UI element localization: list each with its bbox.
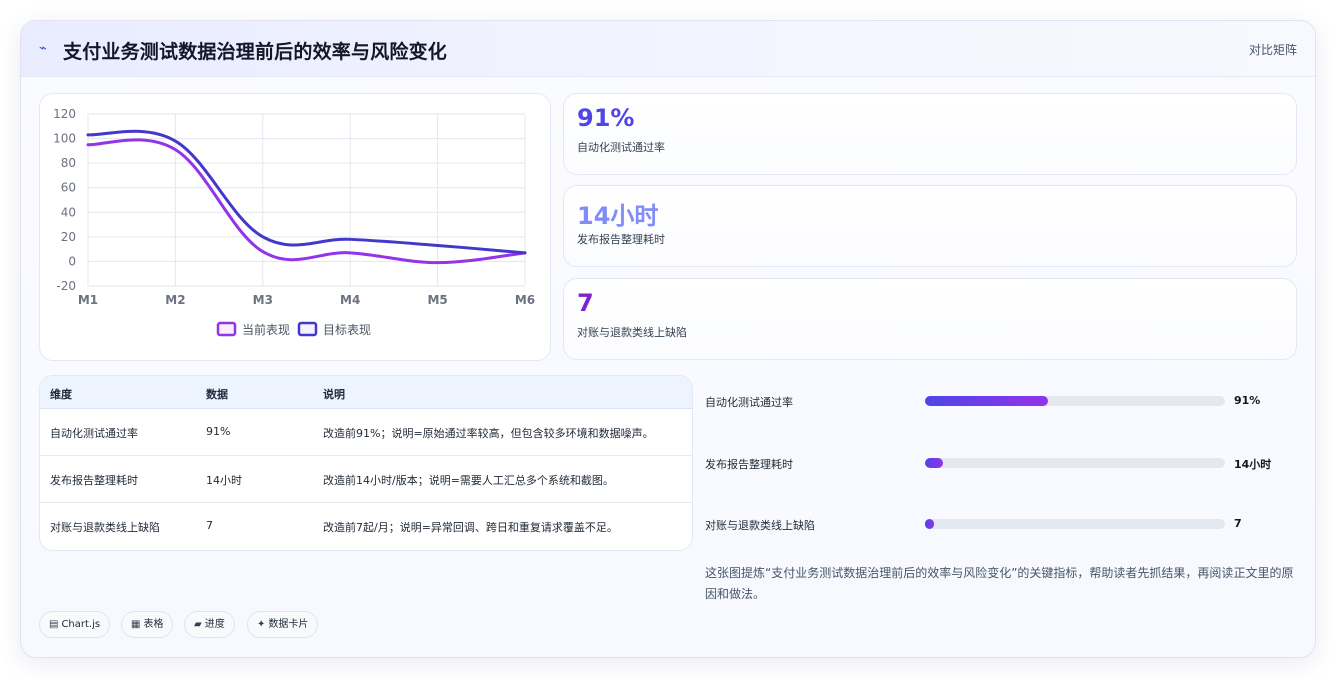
progress-icon: ▰ xyxy=(194,619,202,630)
x-tick-label: M4 xyxy=(340,293,360,307)
kpi-card-report-time: 14小时 发布报告整理耗时 xyxy=(563,185,1297,267)
tech-pill-chartjs[interactable]: ▤ Chart.js xyxy=(39,611,111,638)
chart-description: 这张图提炼“支付业务测试数据治理前后的效率与风险变化”的关键指标，帮助读者先抓结… xyxy=(705,566,1294,601)
page-title: 支付业务测试数据治理前后的效率与风险变化 xyxy=(63,41,448,63)
progress-label: 对账与退款类线上缺陷 xyxy=(705,519,815,532)
card-header: ⌁ 支付业务测试数据治理前后的效率与风险变化 对比矩阵 xyxy=(21,21,1315,77)
line-chart-panel: 120 100 80 60 40 20 0 -20 M1 M2 M3 M4 M5 M6 当前表现 目标表现 xyxy=(39,93,551,361)
series-line-2 xyxy=(86,129,527,255)
progress-row-pass-rate: 自动化测试通过率 91% xyxy=(705,391,1285,411)
table-cell: 自动化测试通过率 xyxy=(50,427,138,440)
table-cell: 91% xyxy=(206,425,231,438)
y-tick-label: 20 xyxy=(61,230,76,244)
y-tick-label: 40 xyxy=(61,205,76,219)
progress-track xyxy=(925,396,1225,406)
progress-value: 14小时 xyxy=(1234,458,1272,471)
progress-label: 自动化测试通过率 xyxy=(705,396,793,409)
table-cell: 改造前14小时/版本；说明=需要人工汇总多个系统和截图。 xyxy=(323,474,614,487)
legend-swatch xyxy=(216,321,237,337)
x-tick-label: M2 xyxy=(165,293,185,307)
progress-track xyxy=(925,458,1225,468)
progress-fill xyxy=(925,458,943,468)
kpi-label: 对账与退款类线上缺陷 xyxy=(577,326,687,339)
column-header-note: 说明 xyxy=(323,388,345,401)
pill-label: 表格 xyxy=(143,619,164,630)
progress-fill xyxy=(925,396,1048,406)
legend-swatch xyxy=(297,321,318,337)
table-row: 对账与退款类线上缺陷 7 改造前7起/月；说明=异常回调、跨日和重复请求覆盖不足… xyxy=(40,503,692,550)
table-row: 自动化测试通过率 91% 改造前91%；说明=原始通过率较高，但包含较多环境和数… xyxy=(40,409,692,456)
kpi-card-defects: 7 对账与退款类线上缺陷 xyxy=(563,278,1297,360)
pill-label: 进度 xyxy=(204,619,225,630)
view-mode-label: 对比矩阵 xyxy=(1248,43,1297,57)
y-tick-label: 100 xyxy=(53,132,76,146)
progress-value: 91% xyxy=(1234,394,1261,407)
kpi-label: 发布报告整理耗时 xyxy=(577,233,665,246)
y-tick-label: 80 xyxy=(61,156,76,170)
progress-fill xyxy=(925,519,934,529)
table-cell: 发布报告整理耗时 xyxy=(50,474,138,487)
dashboard-card: ⌁ 支付业务测试数据治理前后的效率与风险变化 对比矩阵 120 100 80 60 40… xyxy=(20,20,1316,658)
progress-track xyxy=(925,519,1225,529)
table-header-row: 维度 数据 说明 xyxy=(40,376,692,409)
kpi-value: 7 xyxy=(577,289,594,317)
legend-label: 当前表现 xyxy=(242,322,290,337)
kpi-value: 91% xyxy=(577,104,635,132)
pulse-icon: ⌁ xyxy=(39,41,47,56)
x-tick-label: M5 xyxy=(427,293,447,307)
pill-label: 数据卡片 xyxy=(268,619,309,630)
line-chart: 120 100 80 60 40 20 0 -20M1 M2 M3 M4 M5 M6 当前表现 目标表现 xyxy=(53,107,535,337)
tech-pill-table[interactable]: ▦ 表格 xyxy=(121,611,174,638)
kpi-value: 14小时 xyxy=(577,202,659,230)
progress-row-report-time: 发布报告整理耗时 14小时 xyxy=(705,453,1285,473)
x-tick-label: M6 xyxy=(515,293,535,307)
sparkle-icon: ✦ xyxy=(257,619,266,630)
progress-label: 发布报告整理耗时 xyxy=(705,458,793,471)
y-tick-label: 60 xyxy=(61,181,76,195)
table-row: 发布报告整理耗时 14小时 改造前14小时/版本；说明=需要人工汇总多个系统和截… xyxy=(40,456,692,503)
metrics-table: 维度 数据 说明 自动化测试通过率 91% 改造前91%；说明=原始通过率较高，… xyxy=(39,375,693,551)
table-cell: 7 xyxy=(206,519,213,532)
tech-pill-progress[interactable]: ▰ 进度 xyxy=(184,611,235,638)
table-cell: 改造前91%；说明=原始通过率较高，但包含较多环境和数据噪声。 xyxy=(323,427,654,440)
column-header-dimension: 维度 xyxy=(50,388,72,401)
progress-value: 7 xyxy=(1234,517,1242,530)
legend-label: 目标表现 xyxy=(323,323,371,337)
table-cell: 改造前7起/月；说明=异常回调、跨日和重复请求覆盖不足。 xyxy=(323,521,618,534)
chart-icon: ▤ xyxy=(49,619,59,630)
y-tick-label: -20 xyxy=(56,279,76,293)
y-tick-label: 120 xyxy=(53,107,76,121)
kpi-label: 自动化测试通过率 xyxy=(577,141,665,154)
progress-row-defects: 对账与退款类线上缺陷 7 xyxy=(705,514,1285,534)
pill-label: Chart.js xyxy=(61,619,101,630)
x-tick-label: M3 xyxy=(253,293,273,307)
table-cell: 对账与退款类线上缺陷 xyxy=(50,521,160,534)
tech-pill-data-card[interactable]: ✦ 数据卡片 xyxy=(247,611,319,638)
column-header-data: 数据 xyxy=(206,388,228,401)
table-cell: 14小时 xyxy=(206,474,242,487)
x-tick-label: M1 xyxy=(78,293,98,307)
kpi-card-pass-rate: 91% 自动化测试通过率 xyxy=(563,93,1297,175)
table-icon: ▦ xyxy=(131,619,141,630)
y-tick-label: 0 xyxy=(68,254,76,268)
